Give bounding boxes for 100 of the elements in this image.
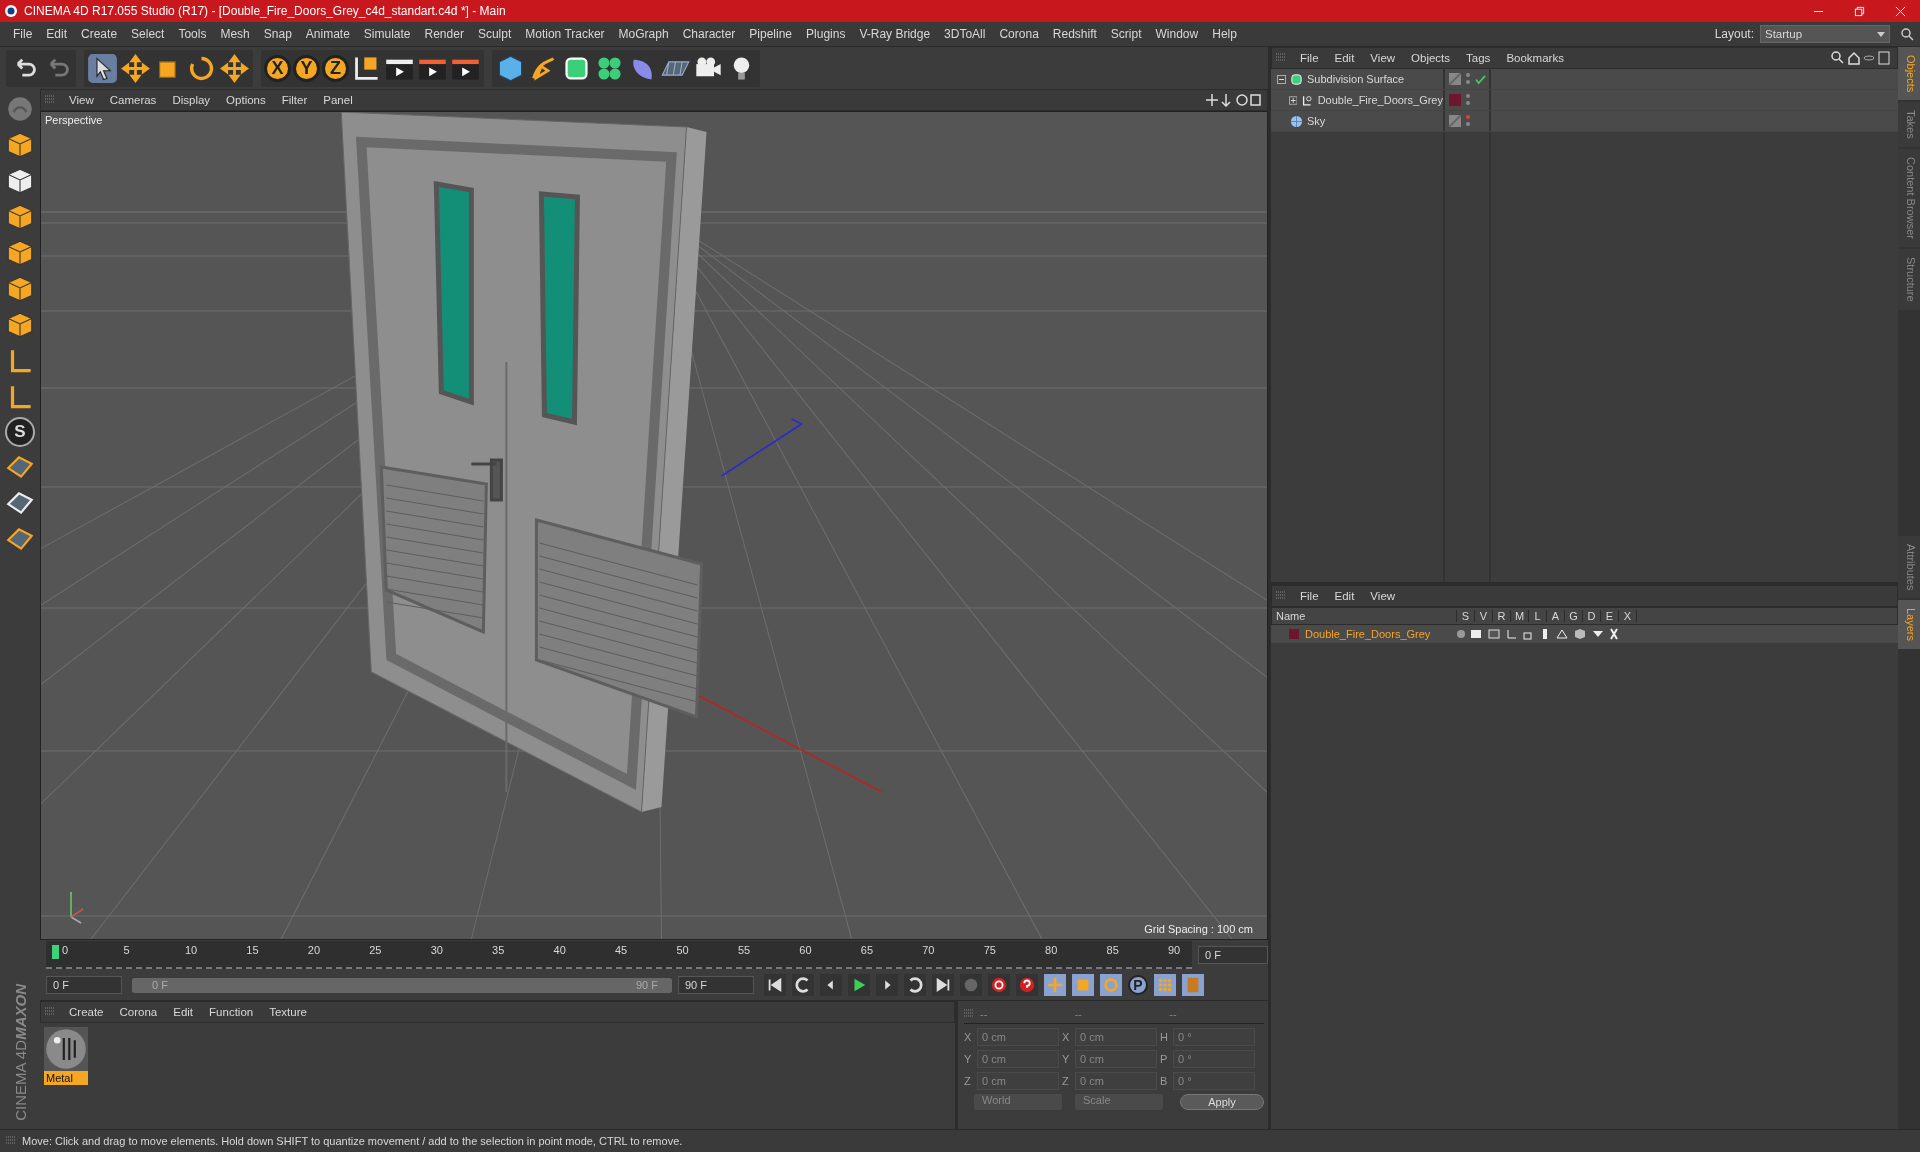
- menu-item[interactable]: Simulate: [356, 27, 418, 41]
- caret-icon: [1877, 31, 1885, 37]
- menu-item[interactable]: Help: [1205, 27, 1244, 41]
- column-header[interactable]: S: [1457, 610, 1475, 622]
- object-menu-item[interactable]: Tags: [1458, 52, 1499, 64]
- frame-number: 80: [1045, 943, 1059, 958]
- axis-lock-button[interactable]: X: [264, 54, 291, 82]
- close-icon[interactable]: [1895, 5, 1906, 17]
- object-menu-item[interactable]: Edit: [1326, 52, 1363, 64]
- menu-item[interactable]: Motion Tracker: [518, 27, 612, 41]
- move-icon[interactable]: [120, 52, 151, 84]
- enabled-check-icon[interactable]: [1475, 73, 1486, 85]
- visibility-dots-icon[interactable]: [1465, 93, 1471, 107]
- record-icon[interactable]: [988, 974, 1010, 996]
- object-row[interactable]: Sky: [1271, 111, 1898, 132]
- search-icon[interactable]: [1900, 27, 1914, 41]
- move-plus-icon[interactable]: [219, 52, 250, 84]
- menu-item[interactable]: Redshift: [1045, 27, 1104, 41]
- restore-icon[interactable]: [1854, 5, 1865, 17]
- apply-button[interactable]: Apply: [1180, 1094, 1264, 1110]
- object-row[interactable]: Subdivision Surface: [1271, 69, 1898, 90]
- column-header[interactable]: V: [1475, 610, 1493, 622]
- start-frame-field[interactable]: 0 F: [46, 976, 122, 994]
- menu-item[interactable]: Snap: [256, 27, 299, 41]
- column-header[interactable]: Name: [1272, 610, 1457, 622]
- layer-menu-item[interactable]: Edit: [1326, 590, 1363, 602]
- side-tab[interactable]: Layers: [1898, 599, 1920, 649]
- next-key-icon[interactable]: [904, 974, 926, 996]
- previous-frame-icon[interactable]: [820, 974, 842, 996]
- object-menu-item[interactable]: Bookmarks: [1498, 52, 1572, 64]
- menu-item[interactable]: Window: [1148, 27, 1206, 41]
- menu-item[interactable]: MoGraph: [611, 27, 676, 41]
- column-header[interactable]: G: [1565, 610, 1583, 622]
- frame-number: 40: [553, 943, 567, 958]
- menu-item[interactable]: Corona: [992, 27, 1046, 41]
- menu-item[interactable]: 3DToAll: [937, 27, 993, 41]
- menu-item[interactable]: Plugins: [799, 27, 853, 41]
- view-navigation-icon[interactable]: [1205, 93, 1261, 107]
- material-menu-item[interactable]: Function: [201, 1006, 262, 1018]
- object-menu-item[interactable]: View: [1362, 52, 1404, 64]
- viewport-menu-item[interactable]: Panel: [315, 94, 361, 106]
- column-header[interactable]: E: [1601, 610, 1619, 622]
- viewport-menu-item[interactable]: View: [61, 94, 102, 106]
- viewport-menu-item[interactable]: Display: [164, 94, 219, 106]
- menu-item[interactable]: Tools: [171, 27, 214, 41]
- material-menu-item[interactable]: Corona: [111, 1006, 166, 1018]
- layer-menu-item[interactable]: View: [1362, 590, 1404, 602]
- metal-sphere-icon: [44, 1027, 88, 1071]
- material-swatch[interactable]: Metal: [44, 1027, 88, 1085]
- snap-button[interactable]: S: [5, 417, 35, 447]
- menu-item[interactable]: Sculpt: [470, 27, 519, 41]
- menu-item[interactable]: Select: [124, 27, 172, 41]
- viewport-menu-item[interactable]: Cameras: [101, 94, 165, 106]
- menu-item[interactable]: Create: [74, 27, 125, 41]
- parameter-key-button[interactable]: P: [1128, 975, 1148, 995]
- viewport-menu-item[interactable]: Options: [218, 94, 274, 106]
- material-menu-item[interactable]: Create: [61, 1006, 112, 1018]
- help-icon[interactable]: [1016, 974, 1038, 996]
- axis-lock-button[interactable]: Y: [293, 54, 320, 82]
- menu-item[interactable]: V-Ray Bridge: [852, 27, 938, 41]
- playhead-marker[interactable]: [52, 945, 59, 959]
- expand-toggle-icon[interactable]: [1277, 74, 1286, 84]
- layer-row[interactable]: Double_Fire_Doors_Grey: [1271, 625, 1898, 643]
- viewport-menu-item[interactable]: Filter: [273, 94, 316, 106]
- menu-item[interactable]: Edit: [39, 27, 75, 41]
- column-header[interactable]: A: [1547, 610, 1565, 622]
- go-to-start-icon[interactable]: [764, 974, 786, 996]
- menu-item[interactable]: Pipeline: [742, 27, 800, 41]
- menu-item[interactable]: Script: [1103, 27, 1149, 41]
- object-row[interactable]: Double_Fire_Doors_Grey: [1271, 90, 1898, 111]
- play-icon[interactable]: [848, 974, 870, 996]
- expand-toggle-icon[interactable]: [1289, 95, 1298, 105]
- go-to-end-icon[interactable]: [932, 974, 954, 996]
- column-header[interactable]: L: [1529, 610, 1547, 622]
- visibility-dots-icon[interactable]: [1465, 72, 1471, 86]
- column-header[interactable]: M: [1511, 610, 1529, 622]
- material-menu-item[interactable]: Texture: [261, 1006, 315, 1018]
- previous-key-icon[interactable]: [792, 974, 814, 996]
- column-header[interactable]: R: [1493, 610, 1511, 622]
- layout-dropdown[interactable]: Startup: [1760, 25, 1890, 43]
- timeline-ruler[interactable]: 0 5 10 15 20 25 30 35 40 45 50 55 60 65 70 75 80 85 90: [46, 941, 1192, 969]
- menu-item[interactable]: Mesh: [213, 27, 257, 41]
- object-menu-item[interactable]: Objects: [1403, 52, 1459, 64]
- range-start-label: 0 F: [152, 979, 168, 991]
- axis-lock-button[interactable]: Z: [322, 54, 349, 82]
- menu-item[interactable]: Character: [675, 27, 743, 41]
- column-header[interactable]: D: [1583, 610, 1601, 622]
- menu-item[interactable]: Animate: [298, 27, 357, 41]
- visibility-dots-icon[interactable]: [1465, 114, 1471, 128]
- current-frame-field[interactable]: 0 F: [1198, 946, 1268, 964]
- next-frame-icon[interactable]: [876, 974, 898, 996]
- menu-item[interactable]: File: [6, 27, 40, 41]
- manager-tools-icon[interactable]: [1831, 51, 1891, 65]
- layer-menu-item[interactable]: File: [1292, 590, 1327, 602]
- object-menu-item[interactable]: File: [1292, 52, 1327, 64]
- side-tab[interactable]: Objects: [1898, 47, 1920, 101]
- column-header[interactable]: X: [1619, 610, 1637, 622]
- end-frame-field[interactable]: 90 F: [678, 976, 754, 994]
- menu-item[interactable]: Render: [417, 27, 471, 41]
- material-menu-item[interactable]: Edit: [165, 1006, 202, 1018]
